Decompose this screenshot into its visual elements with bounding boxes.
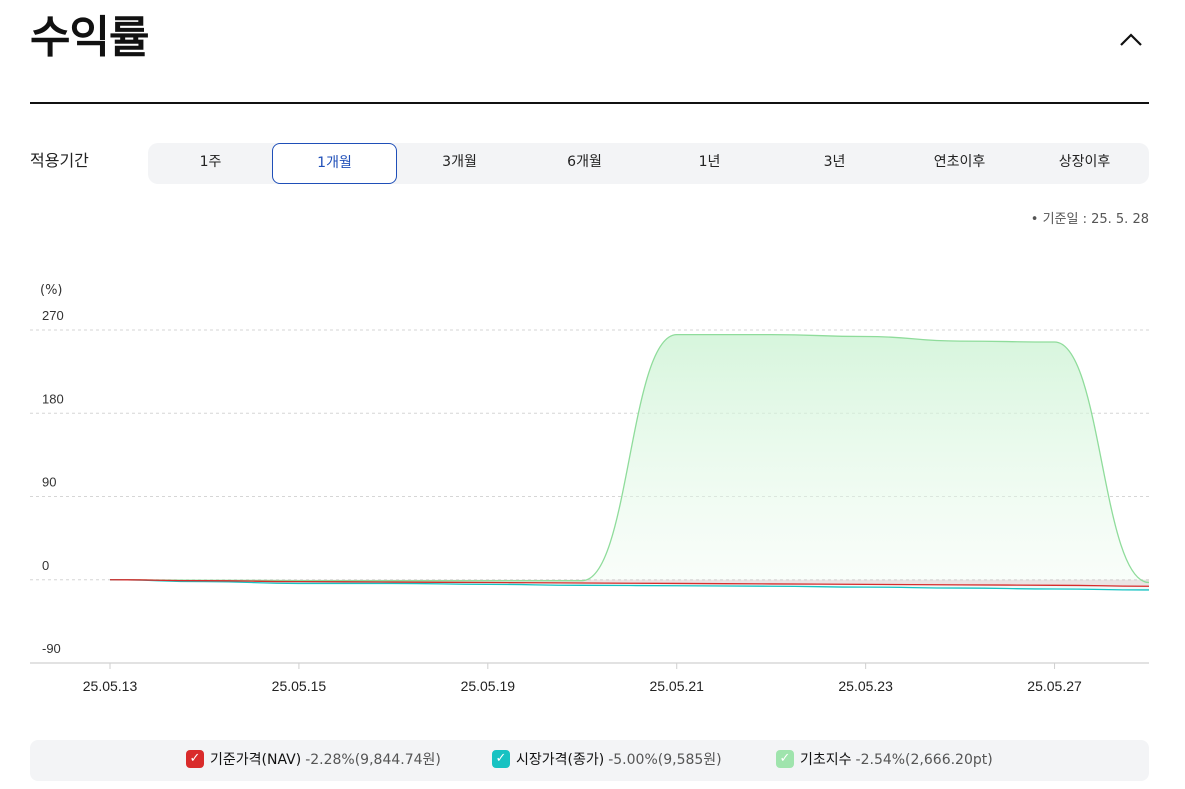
x-tick-label: 25.05.27 [1027, 678, 1082, 694]
checkbox-icon: ✓ [492, 750, 510, 768]
tab-1week[interactable]: 1주 [148, 143, 273, 184]
page-title: 수익률 [30, 12, 149, 63]
tab-3year[interactable]: 3년 [772, 143, 897, 184]
x-tick-label: 25.05.15 [272, 678, 327, 694]
legend-value: -2.54%(2,666.20pt) [855, 752, 993, 768]
y-tick-label: 0 [42, 558, 49, 573]
tab-1year[interactable]: 1년 [647, 143, 772, 184]
checkbox-icon: ✓ [776, 750, 794, 768]
y-tick-label: 90 [42, 475, 56, 490]
legend-name: 시장가격(종가) [516, 752, 605, 768]
collapse-button[interactable] [1116, 24, 1146, 54]
period-tabs: 1주 1개월 3개월 6개월 1년 3년 연초이후 상장이후 [148, 143, 1149, 184]
x-tick-label: 25.05.19 [461, 678, 516, 694]
tab-1month[interactable]: 1개월 [272, 143, 397, 184]
legend-value: -2.28%(9,844.74원) [305, 752, 441, 768]
tab-6month[interactable]: 6개월 [522, 143, 647, 184]
return-chart: 270 180 90 0 -90 25.05.13 25.05.15 25.05.19 25.… [30, 308, 1150, 694]
chevron-up-icon [1120, 33, 1142, 46]
chart-legend: ✓ 기준가격(NAV) -2.28%(9,844.74원) ✓ 시장가격(종가) -5.… [30, 740, 1149, 781]
legend-item-nav[interactable]: ✓ 기준가격(NAV) -2.28%(9,844.74원) [186, 740, 441, 781]
x-tick-label: 25.05.23 [838, 678, 893, 694]
tab-ytd[interactable]: 연초이후 [897, 143, 1022, 184]
checkbox-icon: ✓ [186, 750, 204, 768]
y-tick-label: 270 [42, 308, 64, 323]
x-tick-label: 25.05.21 [649, 678, 704, 694]
header-divider [30, 102, 1149, 104]
tab-since-listing[interactable]: 상장이후 [1022, 143, 1147, 184]
legend-name: 기준가격(NAV) [210, 752, 302, 768]
base-date: • 기준일 : 25. 5. 28 [1030, 212, 1149, 227]
tab-3month[interactable]: 3개월 [397, 143, 522, 184]
y-unit-label: (%) [40, 283, 63, 298]
y-tick-label: 180 [42, 391, 64, 406]
legend-item-index[interactable]: ✓ 기초지수 -2.54%(2,666.20pt) [776, 740, 993, 781]
period-label: 적용기간 [30, 151, 89, 170]
legend-item-market-price[interactable]: ✓ 시장가격(종가) -5.00%(9,585원) [492, 740, 722, 781]
legend-value: -5.00%(9,585원) [608, 752, 722, 768]
y-tick-label: -90 [42, 641, 61, 656]
x-tick-label: 25.05.13 [83, 678, 138, 694]
legend-name: 기초지수 [800, 752, 852, 768]
